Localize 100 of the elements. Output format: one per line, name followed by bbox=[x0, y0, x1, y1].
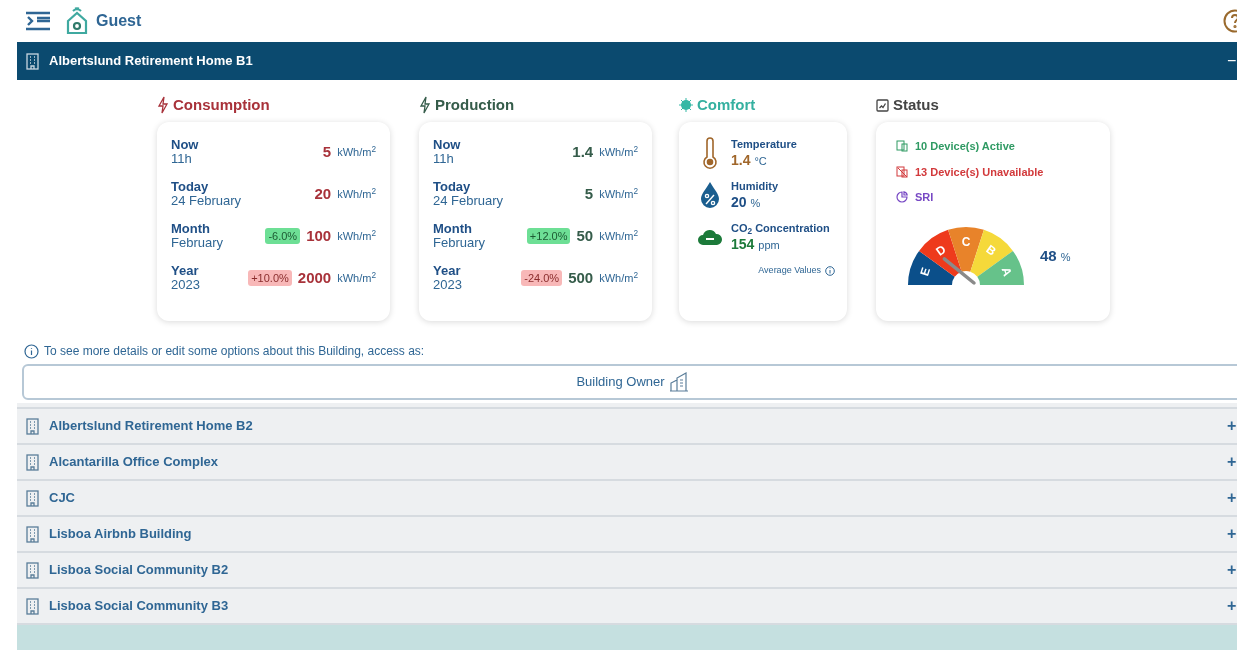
metric-label: Temperature bbox=[731, 137, 797, 152]
building-icon bbox=[26, 597, 39, 615]
pie-chart-icon bbox=[896, 191, 908, 204]
building-row[interactable]: Lisboa Social Community B2 + bbox=[17, 553, 1237, 589]
water-drop-icon bbox=[699, 180, 721, 209]
metric-unit: ppm bbox=[758, 239, 780, 251]
building-icon bbox=[26, 52, 39, 70]
card-title: Production bbox=[435, 94, 515, 115]
period-detail: 11h bbox=[171, 152, 193, 166]
energy-unit: kWh/m$^{2}$ bbox=[337, 143, 376, 160]
info-icon[interactable] bbox=[825, 265, 835, 276]
toggle-sign[interactable]: + bbox=[1227, 486, 1237, 510]
building-icon bbox=[26, 525, 39, 543]
period-label: Month bbox=[171, 222, 211, 236]
period-label: Today bbox=[433, 180, 472, 194]
grade-letter: A bbox=[998, 265, 1015, 278]
thermometer-icon bbox=[702, 136, 718, 169]
energy-value: 50 bbox=[576, 225, 594, 246]
building-owner-button[interactable]: Building Owner bbox=[22, 364, 1237, 400]
change-badge: +12.0% bbox=[526, 227, 571, 245]
energy-value: 2000 bbox=[297, 267, 332, 288]
energy-unit: kWh/m$^{2}$ bbox=[599, 227, 638, 244]
building-name: Albertslund Retirement Home B2 bbox=[49, 417, 253, 436]
toggle-sign[interactable]: + bbox=[1227, 522, 1237, 546]
toggle-sign[interactable]: + bbox=[1227, 594, 1237, 618]
period-detail: 24 February bbox=[433, 194, 504, 208]
card-title: Comfort bbox=[697, 94, 756, 115]
metric-value: 154 bbox=[731, 236, 755, 252]
building-name: Lisboa Airbnb Building bbox=[49, 525, 192, 544]
building-name: Lisboa Social Community B3 bbox=[49, 597, 229, 616]
sri-value: 48 bbox=[1040, 246, 1057, 264]
building-icon bbox=[26, 561, 39, 579]
metric-label: Humidity bbox=[731, 179, 779, 194]
cloud-icon bbox=[697, 227, 723, 246]
grade-letter: B bbox=[983, 241, 999, 259]
period-label: Month bbox=[433, 222, 473, 236]
building-row[interactable]: Lisboa Social Community B3 + bbox=[17, 589, 1237, 625]
menu-icon[interactable] bbox=[25, 10, 51, 32]
energy-unit: kWh/m$^{2}$ bbox=[599, 143, 638, 160]
smart-home-logo bbox=[65, 7, 89, 35]
period-detail: 2023 bbox=[171, 278, 200, 292]
toggle-sign[interactable]: + bbox=[1227, 414, 1237, 438]
card-title: Consumption bbox=[173, 94, 270, 115]
metric-label: CO$_{2}$ Concentration bbox=[731, 221, 830, 236]
period-detail: 2023 bbox=[433, 278, 462, 292]
period-label: Now bbox=[433, 138, 461, 152]
metric-unit: °C bbox=[754, 155, 767, 167]
status-text: SRI bbox=[915, 190, 934, 205]
period-label: Now bbox=[171, 138, 199, 152]
period-detail: 24 February bbox=[171, 194, 242, 208]
lightning-icon bbox=[157, 96, 169, 114]
energy-unit: kWh/m$^{2}$ bbox=[337, 269, 376, 286]
building-name: Albertslund Retirement Home B1 bbox=[49, 52, 253, 71]
energy-unit: kWh/m$^{2}$ bbox=[599, 185, 638, 202]
access-info-text: To see more details or edit some options about this Building, access as: bbox=[44, 343, 425, 360]
change-badge: -6.0% bbox=[265, 227, 301, 245]
grade-letter: D bbox=[933, 241, 949, 259]
average-values-note: Average Values bbox=[758, 264, 821, 277]
info-icon bbox=[24, 343, 39, 359]
user-name: Guest bbox=[96, 11, 142, 31]
status-text: 10 Device(s) Active bbox=[915, 139, 1015, 154]
building-icon bbox=[26, 417, 39, 435]
toggle-sign[interactable]: + bbox=[1227, 450, 1237, 474]
period-label: Year bbox=[433, 264, 462, 278]
change-badge: +10.0% bbox=[248, 269, 292, 287]
metric-value: 1.4 bbox=[731, 152, 751, 168]
building-row[interactable]: CJC + bbox=[17, 481, 1237, 517]
building-row[interactable]: Lisboa Airbnb Building + bbox=[17, 517, 1237, 553]
building-name: CJC bbox=[49, 489, 75, 508]
comfort-icon bbox=[679, 98, 693, 112]
card-title: Status bbox=[893, 94, 939, 115]
period-detail: February bbox=[171, 236, 224, 250]
building-row[interactable]: Alcantarilla Office Complex + bbox=[17, 445, 1237, 481]
energy-unit: kWh/m$^{2}$ bbox=[599, 269, 638, 286]
period-detail: 11h bbox=[433, 152, 455, 166]
metric-unit: % bbox=[750, 197, 761, 209]
building-row[interactable]: Albertslund Retirement Home B1 − bbox=[17, 42, 1237, 80]
period-detail: February bbox=[433, 236, 486, 250]
grade-letter: C bbox=[961, 234, 971, 249]
energy-value: 20 bbox=[314, 183, 332, 204]
energy-value: 5 bbox=[584, 183, 594, 204]
period-label: Year bbox=[171, 264, 200, 278]
building-row[interactable]: Albertslund Retirement Home B2 + bbox=[17, 409, 1237, 445]
energy-unit: kWh/m$^{2}$ bbox=[337, 227, 376, 244]
building-icon bbox=[26, 453, 39, 471]
devices-icon bbox=[896, 140, 908, 153]
building-name: Lisboa Social Community B2 bbox=[49, 561, 229, 580]
status-icon bbox=[876, 98, 889, 112]
buildings-icon bbox=[668, 372, 689, 392]
devices-off-icon bbox=[896, 165, 908, 178]
toggle-sign[interactable]: − bbox=[1227, 49, 1237, 73]
sri-unit: % bbox=[1060, 250, 1071, 263]
grade-letter: E bbox=[917, 265, 934, 278]
gauge-needle bbox=[942, 256, 976, 285]
energy-value: 5 bbox=[322, 141, 332, 162]
toggle-sign[interactable]: + bbox=[1227, 558, 1237, 582]
building-name: Alcantarilla Office Complex bbox=[49, 453, 219, 472]
energy-value: 1.4 bbox=[572, 141, 594, 162]
period-label: Today bbox=[171, 180, 210, 194]
building-icon bbox=[26, 489, 39, 507]
